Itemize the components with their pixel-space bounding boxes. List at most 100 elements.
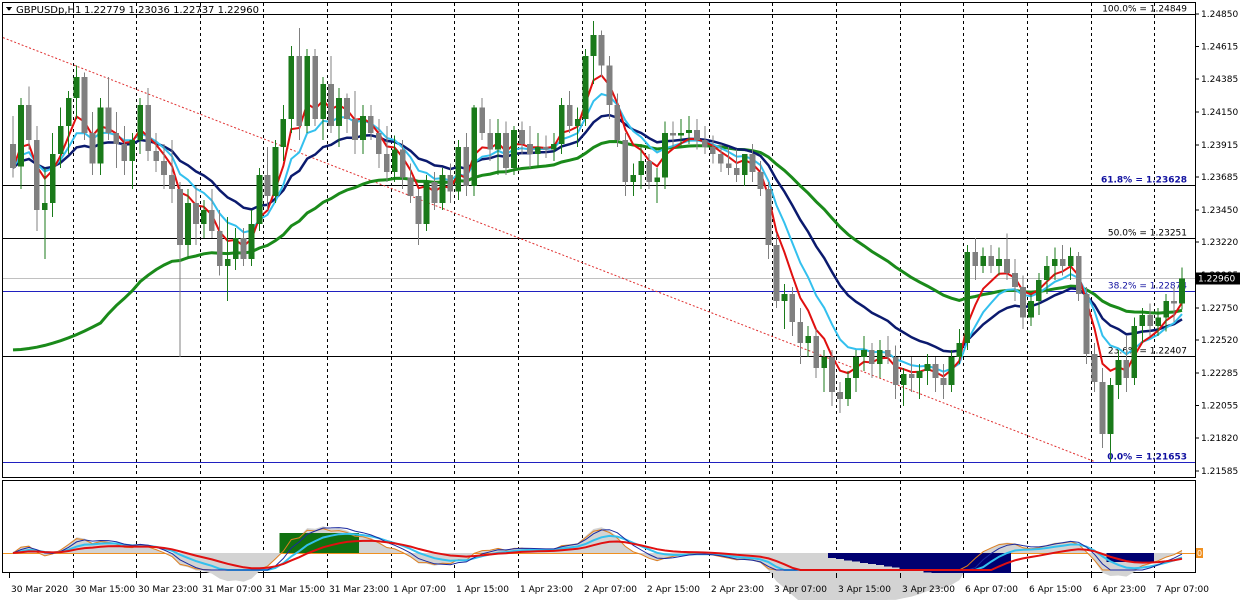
histogram-bar xyxy=(899,553,908,569)
candle-body xyxy=(606,65,613,105)
candle-body xyxy=(33,139,40,210)
candle-body xyxy=(741,153,748,175)
candle-body xyxy=(399,149,406,178)
candle-body xyxy=(884,349,891,357)
histogram-bar xyxy=(844,553,852,561)
fib-level-label: 38.2% = 1.22874 xyxy=(1108,282,1187,292)
fib-level-label: 100.0% = 1.24849 xyxy=(1102,5,1187,15)
candle-body xyxy=(495,132,501,150)
candle-body xyxy=(224,258,231,266)
time-label: 30 Mar 23:00 xyxy=(138,585,198,595)
candle-body xyxy=(81,76,88,133)
candle-body xyxy=(375,132,382,154)
candle-body xyxy=(534,146,541,154)
candle-body xyxy=(519,130,525,145)
candle-body xyxy=(161,160,167,175)
candle-body xyxy=(26,104,32,140)
candle-body xyxy=(813,335,820,369)
histogram-bar xyxy=(828,553,837,558)
candle-body xyxy=(670,132,676,136)
chart-window[interactable]: 100.0% = 1.24849 61.8% = 1.23628 50.0% = 1… xyxy=(0,0,1240,603)
price-tick-label: 1.22285 xyxy=(1201,369,1238,379)
candle-body xyxy=(765,188,772,245)
candle-body xyxy=(646,160,653,182)
candle-body xyxy=(542,146,549,150)
candle-body xyxy=(264,174,271,196)
candle-body xyxy=(248,223,255,259)
candle-body xyxy=(304,55,311,126)
time-label: 2 Apr 07:00 xyxy=(584,585,637,595)
candle-body xyxy=(1043,265,1050,280)
time-label: 31 Mar 07:00 xyxy=(202,585,262,595)
candle-body xyxy=(590,34,597,56)
time-label: 31 Mar 15:00 xyxy=(265,585,325,595)
candle-body xyxy=(383,153,390,173)
candle-body xyxy=(479,107,486,133)
candle-body xyxy=(694,130,700,140)
candle-body xyxy=(200,209,207,224)
candle-body xyxy=(1067,256,1074,266)
candle-body xyxy=(725,163,732,168)
price-tick-label: 1.22520 xyxy=(1201,336,1238,346)
candle-body xyxy=(773,244,780,301)
candle-body xyxy=(662,132,668,178)
candle-body xyxy=(582,55,589,119)
price-tick-label: 1.23450 xyxy=(1201,206,1238,216)
histogram-bar xyxy=(279,533,288,553)
candle-body xyxy=(988,256,995,266)
price-tick-label: 1.23685 xyxy=(1201,173,1238,183)
candle-body xyxy=(654,177,661,182)
candle-body xyxy=(367,116,374,133)
fib-level-label: 50.0% = 1.23251 xyxy=(1108,229,1187,239)
candle-body xyxy=(932,363,939,378)
candle-body xyxy=(49,153,56,203)
candle-body xyxy=(391,149,398,173)
candle-body xyxy=(996,258,1002,266)
candle-body xyxy=(1115,359,1122,385)
candle-body xyxy=(876,349,883,364)
candle-body xyxy=(574,118,581,126)
candle-body xyxy=(964,251,971,343)
candle-body xyxy=(709,146,716,154)
time-axis[interactable]: 30 Mar 2020 30 Mar 15:00 30 Mar 23:00 31 Ma… xyxy=(9,573,1210,595)
candle-body xyxy=(113,132,120,145)
candle-body xyxy=(757,172,764,189)
time-label: 31 Mar 23:00 xyxy=(329,585,389,595)
ohlc-values: 1.22779 1.23036 1.22737 1.22960 xyxy=(84,5,259,16)
candle-body xyxy=(487,132,494,150)
chart-canvas[interactable]: 100.0% = 1.24849 61.8% = 1.23628 50.0% = 1… xyxy=(0,0,1240,603)
candle-body xyxy=(686,130,692,133)
candle-body xyxy=(527,144,533,154)
candle-body xyxy=(193,202,199,224)
candle-body xyxy=(972,251,979,266)
price-axis[interactable]: 1.24850 1.24615 1.24385 1.24150 1.23915 1.236… xyxy=(1195,10,1238,477)
candle-body xyxy=(73,76,80,98)
time-label: 3 Apr 23:00 xyxy=(902,585,955,595)
candle-body xyxy=(18,104,24,167)
candle-body xyxy=(781,293,788,301)
current-price-label: 1.22960 xyxy=(1198,275,1235,285)
candle-body xyxy=(439,174,446,203)
candle-body xyxy=(137,104,144,140)
candle-body xyxy=(733,167,740,175)
candle-body xyxy=(749,153,756,173)
price-tick-label: 1.21820 xyxy=(1201,434,1238,444)
candle-body xyxy=(511,130,517,168)
fib-level-label: 0.0% = 1.21653 xyxy=(1107,453,1187,463)
price-tick-label: 1.24150 xyxy=(1201,108,1238,118)
candle-body xyxy=(407,177,414,196)
price-tick-label: 1.22750 xyxy=(1201,304,1238,314)
fib-level-label: 23.6% = 1.22407 xyxy=(1108,347,1187,357)
time-label: 1 Apr 07:00 xyxy=(393,585,446,595)
candle-body xyxy=(861,349,867,357)
histogram-bar xyxy=(1130,553,1139,562)
candle-body xyxy=(789,293,796,322)
candle-body xyxy=(57,125,64,154)
histogram-bar xyxy=(851,553,860,562)
histogram-bar xyxy=(836,553,845,560)
candle-body xyxy=(280,118,287,147)
candle-body xyxy=(1123,359,1130,378)
candle-body xyxy=(1131,326,1138,378)
candle-body xyxy=(566,104,573,126)
candle-body xyxy=(65,97,72,126)
